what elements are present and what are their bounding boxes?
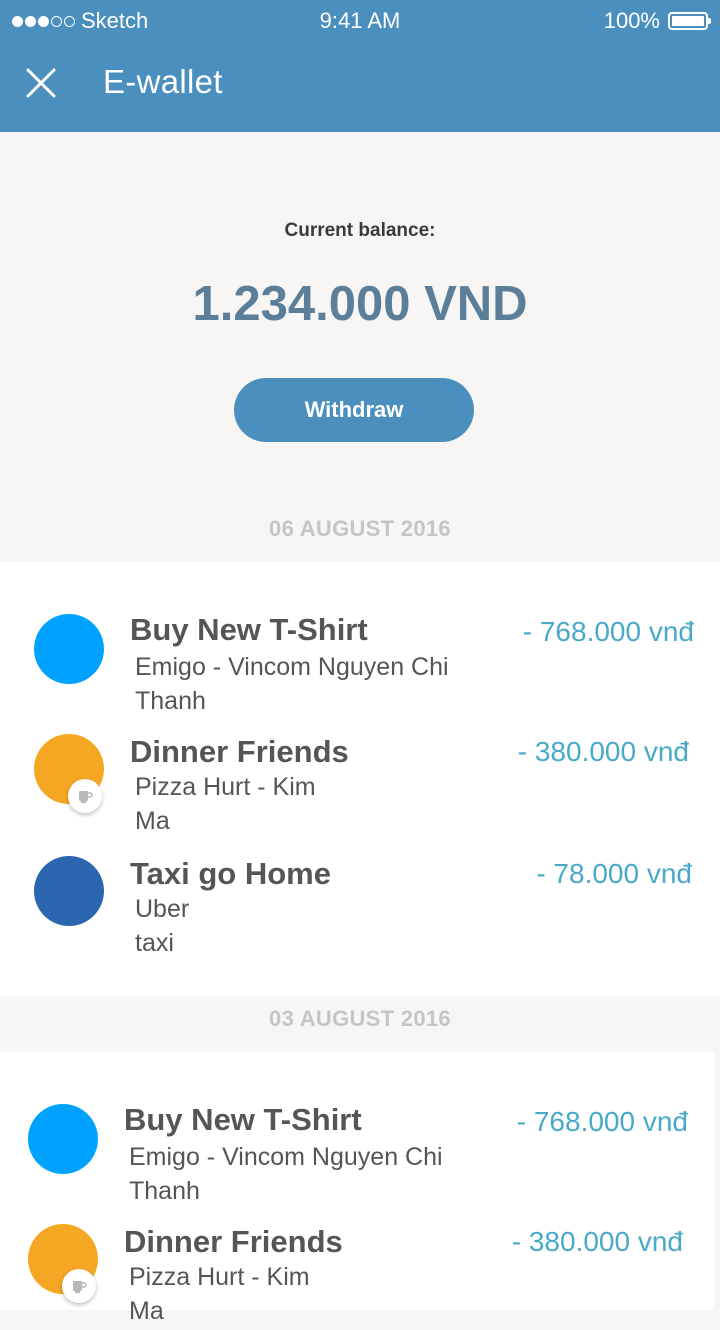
subtitle-line: Pizza Hurt - Kim [135, 773, 316, 801]
transaction-subtitle: Pizza Hurt - Kim Ma [135, 770, 316, 838]
transaction-row[interactable]: Buy New T-Shirt Emigo - Vincom Nguyen Ch… [0, 610, 720, 720]
merchant-avatar [28, 1104, 98, 1174]
page-title: E-wallet [103, 63, 223, 100]
merchant-avatar [34, 856, 104, 926]
status-bar: Sketch 9:41 AM 100% [0, 0, 720, 42]
transaction-title: Buy New T-Shirt [124, 1102, 362, 1137]
subtitle-line: Ma [129, 1297, 164, 1325]
transaction-subtitle: Emigo - Vincom Nguyen Chi Thanh [129, 1140, 443, 1208]
balance-label: Current balance: [284, 220, 436, 241]
withdraw-button[interactable]: Withdraw [234, 378, 474, 442]
close-icon [26, 68, 56, 98]
subtitle-line: Ma [135, 807, 170, 835]
subtitle-line: Thanh [135, 687, 206, 715]
date-header: 06 AUGUST 2016 [269, 516, 451, 541]
transaction-amount: - 768.000 vnđ [516, 1106, 688, 1137]
transaction-subtitle: Emigo - Vincom Nguyen Chi Thanh [135, 650, 449, 718]
transaction-row[interactable]: Taxi go Home Uber taxi - 78.000 vnđ [0, 852, 720, 962]
transaction-amount: - 380.000 vnđ [511, 1226, 683, 1257]
battery-icon [668, 12, 711, 30]
merchant-avatar [34, 614, 104, 684]
transaction-subtitle: Pizza Hurt - Kim Ma [129, 1260, 310, 1328]
transaction-card: Buy New T-Shirt Emigo - Vincom Nguyen Ch… [0, 1052, 714, 1325]
subtitle-line: taxi [135, 929, 174, 957]
transaction-row[interactable]: Dinner Friends Pizza Hurt - Kim Ma - 380… [0, 1220, 720, 1330]
transaction-card: Buy New T-Shirt Emigo - Vincom Nguyen Ch… [0, 562, 720, 996]
transaction-title: Dinner Friends [124, 1224, 343, 1259]
subtitle-line: Uber [135, 895, 190, 923]
transaction-amount: - 768.000 vnđ [522, 616, 694, 647]
date-header: 03 AUGUST 2016 [269, 1006, 451, 1031]
nav-bar: E-wallet [0, 42, 720, 132]
transaction-title: Buy New T-Shirt [130, 612, 368, 647]
cup-icon [62, 1269, 96, 1303]
transaction-title: Dinner Friends [130, 734, 349, 769]
transaction-subtitle: Uber taxi [135, 892, 189, 960]
transaction-row[interactable]: Buy New T-Shirt Emigo - Vincom Nguyen Ch… [0, 1100, 720, 1210]
transaction-amount: - 78.000 vnđ [536, 858, 692, 889]
subtitle-line: Emigo - Vincom Nguyen Chi [129, 1143, 443, 1171]
close-button[interactable] [22, 64, 62, 104]
subtitle-line: Emigo - Vincom Nguyen Chi [135, 653, 449, 681]
subtitle-line: Thanh [129, 1177, 200, 1205]
battery-percent: 100% [603, 8, 660, 33]
transaction-row[interactable]: Dinner Friends Pizza Hurt - Kim Ma - 380… [0, 730, 720, 840]
transaction-title: Taxi go Home [130, 856, 331, 891]
cup-icon [68, 779, 102, 813]
battery-info: 100% [603, 8, 711, 34]
balance-amount: 1.234.000 VND [192, 277, 528, 331]
subtitle-line: Pizza Hurt - Kim [129, 1263, 310, 1291]
transaction-amount: - 380.000 vnđ [517, 736, 689, 767]
